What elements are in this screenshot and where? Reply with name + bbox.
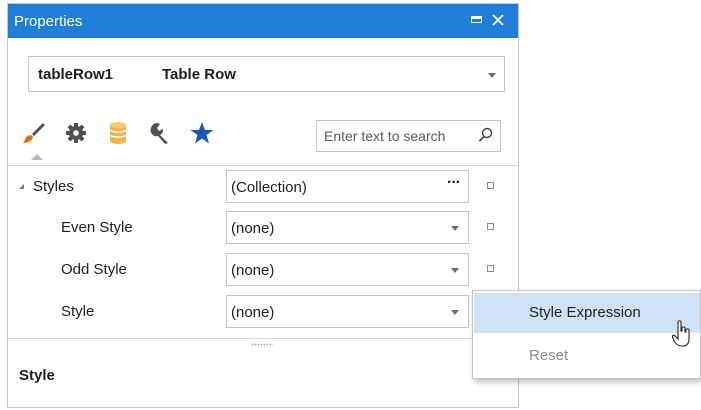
property-marker[interactable] xyxy=(487,223,494,230)
tab-layout[interactable] xyxy=(142,114,178,150)
expand-triangle-icon[interactable] xyxy=(19,184,24,189)
property-editor-even-style[interactable]: (none) xyxy=(226,211,469,244)
context-menu: Style Expression Reset xyxy=(472,290,701,379)
tab-data[interactable] xyxy=(100,114,136,150)
gear-icon xyxy=(66,123,86,143)
property-row-style: Style (none) xyxy=(8,291,518,332)
tab-behavior[interactable] xyxy=(58,114,94,150)
category-tabs xyxy=(8,114,308,160)
chevron-down-icon xyxy=(488,73,496,78)
property-marker[interactable] xyxy=(487,182,494,189)
property-value: (none) xyxy=(231,262,275,279)
object-selector[interactable]: tableRow1 Table Row xyxy=(28,56,505,92)
panel-title: Properties xyxy=(14,13,83,30)
wrench-icon xyxy=(150,123,168,144)
hand-cursor-icon xyxy=(672,320,690,347)
search-input[interactable] xyxy=(324,126,474,146)
tab-favorites[interactable] xyxy=(184,114,220,150)
property-value: (none) xyxy=(231,304,275,321)
paintbrush-icon xyxy=(23,123,45,143)
property-value: (none) xyxy=(231,220,275,237)
chevron-down-icon[interactable] xyxy=(451,268,459,273)
tab-appearance[interactable] xyxy=(16,114,52,160)
object-type: Table Row xyxy=(162,66,236,83)
property-row-odd-style: Odd Style (none) xyxy=(8,249,518,290)
chevron-down-icon[interactable] xyxy=(451,226,459,231)
property-label: Odd Style xyxy=(61,261,127,278)
splitter[interactable] xyxy=(8,338,518,339)
maximize-icon[interactable] xyxy=(469,11,487,29)
property-label: Styles xyxy=(33,178,74,195)
search-icon[interactable] xyxy=(478,127,494,143)
menu-item-label: Reset xyxy=(529,347,569,364)
ellipsis-button[interactable]: ··· xyxy=(447,174,461,192)
property-row-even-style: Even Style (none) xyxy=(8,207,518,248)
properties-panel: Properties tableRow1 Table Row Enter tex… xyxy=(7,3,519,408)
title-bar: Properties xyxy=(8,4,518,38)
star-icon xyxy=(190,122,214,144)
menu-item-reset[interactable]: Reset xyxy=(474,336,700,376)
chevron-down-icon[interactable] xyxy=(451,310,459,315)
property-editor-odd-style[interactable]: (none) xyxy=(226,253,469,286)
property-marker[interactable] xyxy=(487,265,494,272)
menu-item-label: Style Expression xyxy=(529,304,641,321)
property-editor-styles[interactable]: (Collection) ··· xyxy=(226,170,469,203)
close-icon[interactable] xyxy=(490,11,508,29)
object-name: tableRow1 xyxy=(38,66,114,83)
menu-item-style-expression[interactable]: Style Expression xyxy=(474,293,700,333)
property-label: Even Style xyxy=(61,219,133,236)
database-icon xyxy=(109,122,127,144)
property-value: (Collection) xyxy=(231,179,307,196)
splitter-grip-icon[interactable] xyxy=(251,343,273,347)
description-title: Style xyxy=(19,367,55,384)
search-box[interactable] xyxy=(316,120,501,152)
property-label: Style xyxy=(61,303,95,320)
property-row-styles: Styles (Collection) ··· xyxy=(8,166,518,207)
property-editor-style[interactable]: (none) xyxy=(226,295,469,328)
